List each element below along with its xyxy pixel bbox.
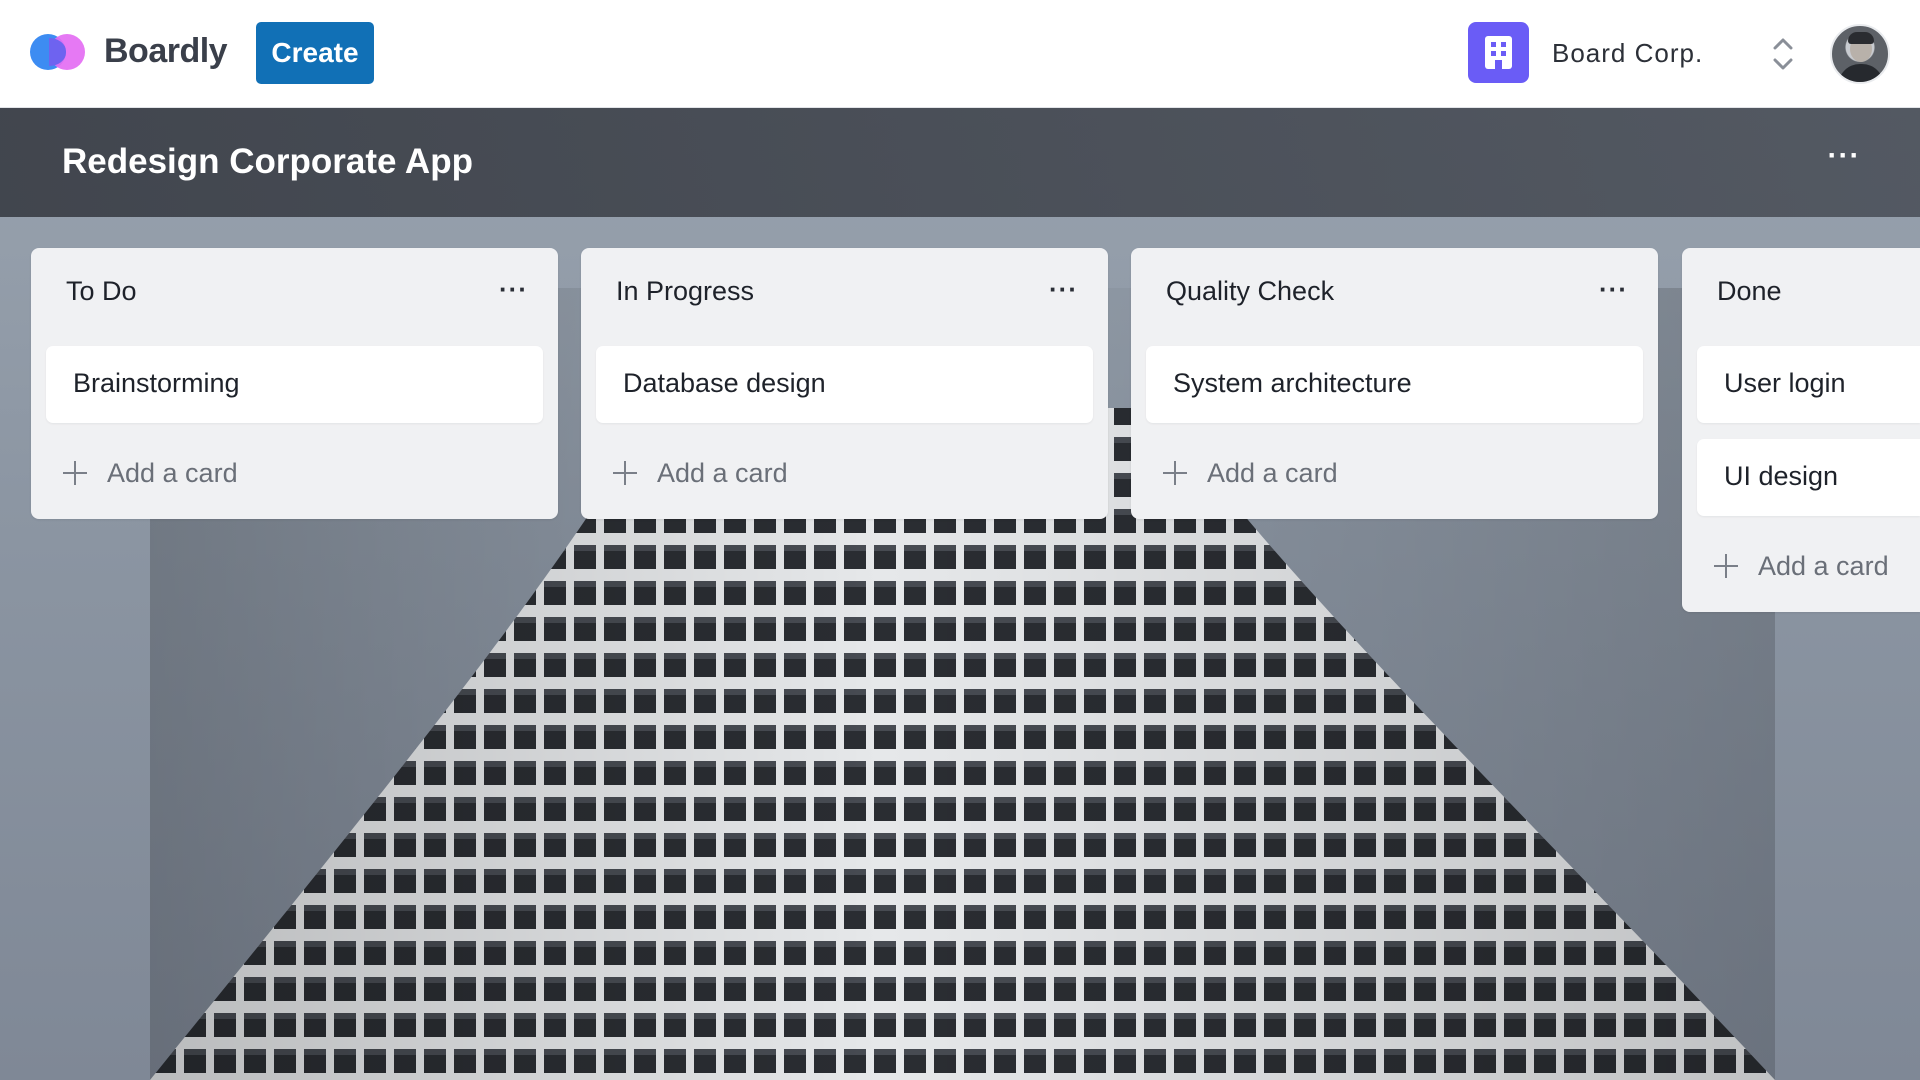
plus-icon — [63, 461, 87, 485]
plus-icon — [1163, 461, 1187, 485]
card[interactable]: System architecture — [1146, 346, 1643, 423]
plus-icon — [1714, 554, 1738, 578]
card[interactable]: Brainstorming — [46, 346, 543, 423]
add-card-button[interactable]: Add a card — [63, 453, 238, 493]
card[interactable]: User login — [1697, 346, 1920, 423]
card-title: Database design — [623, 368, 826, 398]
plus-icon — [613, 461, 637, 485]
organization-switcher[interactable]: Board Corp. — [1468, 22, 1768, 84]
building-icon — [1468, 22, 1529, 83]
organization-name: Board Corp. — [1552, 38, 1704, 68]
add-card-label: Add a card — [657, 457, 788, 488]
add-card-label: Add a card — [1207, 457, 1338, 488]
avatar-hair — [1848, 32, 1874, 44]
avatar-body — [1838, 64, 1884, 82]
brand-name[interactable]: Boardly — [104, 32, 228, 71]
board-menu-icon[interactable]: ··· — [1826, 141, 1862, 176]
list-title[interactable]: To Do — [66, 276, 137, 307]
list-menu-icon[interactable]: ··· — [499, 274, 528, 305]
list-title[interactable]: Done — [1717, 276, 1782, 307]
card-title: User login — [1724, 368, 1846, 398]
avatar[interactable] — [1830, 24, 1890, 84]
list-menu-icon[interactable]: ··· — [1599, 274, 1628, 305]
list-to-do: To Do ··· Brainstorming Add a card — [31, 248, 558, 519]
card[interactable]: Database design — [596, 346, 1093, 423]
add-card-label: Add a card — [1758, 550, 1889, 581]
card-title: System architecture — [1173, 368, 1412, 398]
add-card-button[interactable]: Add a card — [1163, 453, 1338, 493]
add-card-button[interactable]: Add a card — [613, 453, 788, 493]
board-title[interactable]: Redesign Corporate App — [62, 142, 473, 182]
add-card-button[interactable]: Add a card — [1714, 546, 1889, 586]
list-quality-check: Quality Check ··· System architecture Ad… — [1131, 248, 1658, 519]
card-title: Brainstorming — [73, 368, 240, 398]
card[interactable]: UI design — [1697, 439, 1920, 516]
board-canvas: Redesign Corporate App ··· To Do ··· Bra… — [0, 108, 1920, 1080]
list-in-progress: In Progress ··· Database design Add a ca… — [581, 248, 1108, 519]
card-title: UI design — [1724, 461, 1839, 491]
board-header: Redesign Corporate App ··· — [0, 108, 1920, 217]
chevron-up-down-icon[interactable] — [1770, 34, 1796, 74]
list-done: Done User login UI design Add a card — [1682, 248, 1920, 612]
list-menu-icon[interactable]: ··· — [1049, 274, 1078, 305]
boardly-logo-icon[interactable] — [30, 34, 88, 72]
create-button[interactable]: Create — [256, 22, 374, 84]
add-card-label: Add a card — [107, 457, 238, 488]
list-title[interactable]: Quality Check — [1166, 276, 1334, 307]
list-title[interactable]: In Progress — [616, 276, 754, 307]
top-navigation: Boardly Create Board Corp. — [0, 0, 1920, 108]
